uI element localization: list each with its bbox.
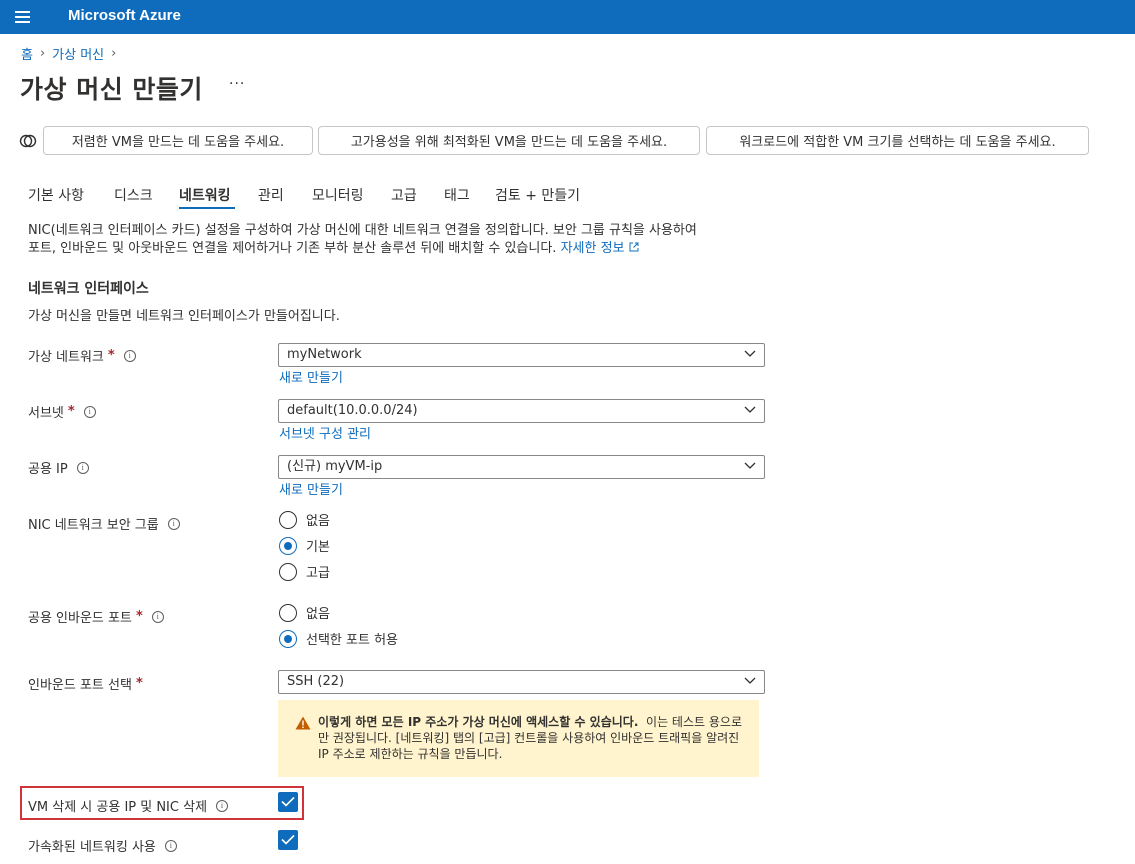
chevron-right-icon: › bbox=[111, 46, 117, 61]
tab-tags[interactable]: 태그 bbox=[444, 185, 470, 205]
subnet-label: 서브넷 * i bbox=[28, 402, 96, 421]
checkmark-icon bbox=[281, 796, 295, 807]
checkmark-icon bbox=[281, 834, 295, 845]
subnet-select[interactable]: default(10.0.0.0/24) bbox=[278, 399, 765, 423]
learn-more-link[interactable]: 자세한 정보 bbox=[561, 241, 639, 256]
chevron-right-icon: › bbox=[39, 46, 46, 61]
assist-ha-vm-button[interactable]: 고가용성을 위해 최적화된 VM을 만드는 데 도움을 주세요. bbox=[318, 126, 700, 155]
vnet-create-new-link[interactable]: 새로 만들기 bbox=[279, 367, 343, 386]
public-ip-label: 공용 IP i bbox=[28, 458, 89, 477]
chevron-down-icon bbox=[744, 350, 756, 357]
tab-monitoring[interactable]: 모니터링 bbox=[312, 185, 364, 205]
breadcrumb: 홈 › 가상 머신 › bbox=[21, 44, 123, 63]
tab-advanced[interactable]: 고급 bbox=[391, 185, 417, 205]
tab-basics[interactable]: 기본 사항 bbox=[28, 185, 84, 205]
warning-icon bbox=[295, 716, 311, 730]
chevron-down-icon bbox=[744, 677, 756, 684]
info-icon[interactable]: i bbox=[83, 405, 96, 418]
info-icon[interactable]: i bbox=[167, 517, 180, 530]
top-bar: Microsoft Azure bbox=[0, 0, 1135, 34]
accelerated-networking-checkbox[interactable] bbox=[278, 830, 298, 850]
section-title: 네트워크 인터페이스 bbox=[28, 281, 149, 297]
vnet-label: 가상 네트워크 * i bbox=[28, 346, 136, 365]
chevron-down-icon bbox=[744, 462, 756, 469]
nsg-option-none[interactable]: 없음 bbox=[279, 510, 330, 529]
warning-banner: 이렇게 하면 모든 IP 주소가 가상 머신에 액세스할 수 있습니다. 이는 … bbox=[278, 700, 759, 777]
vnet-select[interactable]: myNetwork bbox=[278, 343, 765, 367]
inbound-port-select[interactable]: SSH (22) bbox=[278, 670, 765, 694]
chevron-down-icon bbox=[744, 406, 756, 413]
assist-vm-size-button[interactable]: 워크로드에 적합한 VM 크기를 선택하는 데 도움을 주세요. bbox=[706, 126, 1089, 155]
subnet-manage-link[interactable]: 서브넷 구성 관리 bbox=[279, 423, 371, 442]
breadcrumb-home[interactable]: 홈 bbox=[21, 44, 33, 63]
radio-button[interactable] bbox=[279, 603, 297, 622]
tab-networking[interactable]: 네트워킹 bbox=[179, 185, 231, 205]
more-options-icon[interactable]: ··· bbox=[229, 76, 245, 92]
radio-button[interactable] bbox=[279, 510, 297, 529]
section-subtitle: 가상 머신을 만들면 네트워크 인터페이스가 만들어집니다. bbox=[28, 309, 340, 324]
info-icon[interactable]: i bbox=[151, 610, 164, 623]
info-icon[interactable]: i bbox=[164, 839, 177, 852]
radio-button-checked[interactable] bbox=[279, 536, 297, 555]
page-title: 가상 머신 만들기 bbox=[20, 75, 203, 104]
info-icon[interactable]: i bbox=[76, 461, 89, 474]
radio-button[interactable] bbox=[279, 562, 297, 581]
breadcrumb-vm[interactable]: 가상 머신 bbox=[52, 44, 104, 63]
menu-icon[interactable] bbox=[15, 11, 30, 23]
port-select-label: 인바운드 포트 선택 * bbox=[28, 676, 143, 693]
active-tab-indicator bbox=[179, 207, 235, 209]
public-ip-create-new-link[interactable]: 새로 만들기 bbox=[279, 479, 343, 498]
radio-button-checked[interactable] bbox=[279, 629, 297, 648]
inbound-option-allow-selected[interactable]: 선택한 포트 허용 bbox=[279, 629, 398, 648]
inbound-ports-label: 공용 인바운드 포트 * i bbox=[28, 607, 164, 626]
networking-description: NIC(네트워크 인터페이스 카드) 설정을 구성하여 가상 머신에 대한 네트… bbox=[28, 223, 697, 256]
inbound-option-none[interactable]: 없음 bbox=[279, 603, 330, 622]
nsg-option-advanced[interactable]: 고급 bbox=[279, 562, 330, 581]
assist-cheap-vm-button[interactable]: 저렴한 VM을 만드는 데 도움을 주세요. bbox=[43, 126, 313, 155]
info-icon[interactable]: i bbox=[123, 349, 136, 362]
tab-review-create[interactable]: 검토 + 만들기 bbox=[495, 185, 580, 205]
brand-title[interactable]: Microsoft Azure bbox=[68, 7, 181, 24]
info-icon[interactable]: i bbox=[216, 799, 229, 812]
public-ip-select[interactable]: (신규) myVM-ip bbox=[278, 455, 765, 479]
nsg-label: NIC 네트워크 보안 그룹 i bbox=[28, 514, 180, 533]
nsg-option-basic[interactable]: 기본 bbox=[279, 536, 330, 555]
external-link-icon bbox=[629, 242, 639, 252]
delete-ip-nic-label: VM 삭제 시 공용 IP 및 NIC 삭제 i bbox=[28, 796, 229, 815]
tab-disks[interactable]: 디스크 bbox=[114, 185, 153, 205]
tab-management[interactable]: 관리 bbox=[258, 185, 284, 205]
accelerated-networking-label: 가속화된 네트워킹 사용 i bbox=[28, 836, 177, 855]
delete-ip-nic-checkbox[interactable] bbox=[278, 792, 298, 812]
copilot-icon bbox=[19, 134, 37, 148]
